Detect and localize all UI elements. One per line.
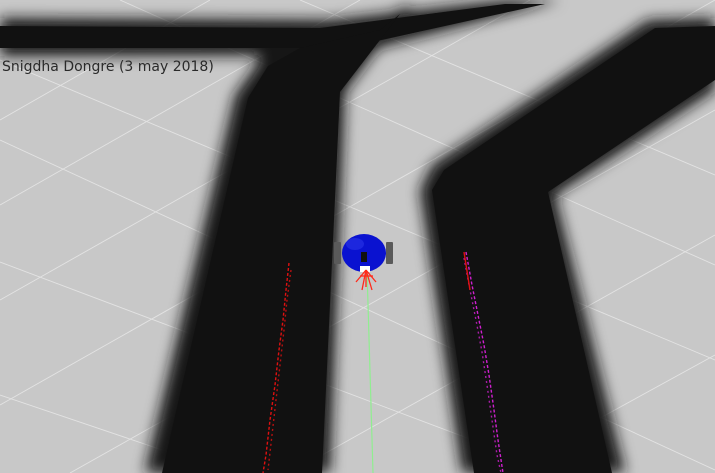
robot-front-marker: [361, 252, 367, 262]
robot-left-wheel: [334, 242, 341, 264]
robot-right-wheel: [386, 242, 393, 264]
author-caption: Snigdha Dongre (3 may 2018): [2, 59, 214, 75]
robot-highlight: [346, 238, 364, 250]
3d-viewport[interactable]: Snigdha Dongre (3 may 2018): [0, 0, 715, 473]
